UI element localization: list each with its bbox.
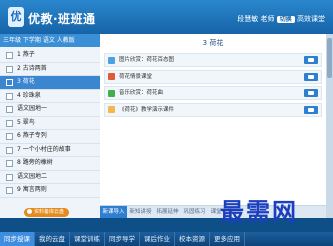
lesson-checkbox[interactable] bbox=[6, 52, 13, 59]
lesson-item[interactable]: 7 一个小村庄的故事 bbox=[0, 144, 100, 157]
cloud-drive-button[interactable]: 资料备库云盘 bbox=[24, 208, 70, 217]
lesson-label: 5 翠鸟 bbox=[17, 118, 35, 126]
lesson-checkbox[interactable] bbox=[6, 187, 13, 194]
lesson-item[interactable]: 语文园地二 bbox=[0, 171, 100, 184]
resource-item[interactable]: 荷花情景课堂 bbox=[104, 69, 322, 84]
lesson-checkbox[interactable] bbox=[6, 92, 13, 100]
lesson-item[interactable]: 2 古诗两首 bbox=[0, 63, 100, 76]
lesson-checkbox[interactable] bbox=[6, 146, 13, 154]
courseware-icon bbox=[108, 106, 115, 113]
switch-button[interactable]: 切换 bbox=[276, 16, 295, 23]
open-resource-button[interactable] bbox=[304, 89, 318, 97]
lesson-checkbox[interactable] bbox=[6, 106, 13, 113]
lesson-item[interactable]: 4 珍珠泉 bbox=[0, 90, 100, 103]
watermark-text: 最需网 bbox=[220, 197, 298, 226]
tab-extension[interactable]: 拓展延伸 bbox=[154, 206, 181, 218]
resource-panel: 3 荷花 图片欣赏：荷花百态图 荷花情景课堂 音乐欣赏：荷花曲 《荷花》教学演示… bbox=[100, 34, 326, 218]
lesson-checkbox[interactable] bbox=[6, 133, 13, 140]
mode-label[interactable]: 高效课堂 bbox=[297, 15, 325, 23]
lesson-item[interactable]: 6 燕子专列 bbox=[0, 130, 100, 144]
lesson-label: 1 燕子 bbox=[17, 51, 35, 58]
resource-label: 图片欣赏：荷花百态图 bbox=[119, 57, 175, 63]
resource-label: 音乐欣赏：荷花曲 bbox=[119, 90, 164, 96]
video-icon bbox=[108, 73, 115, 80]
resource-item[interactable]: 图片欣赏：荷花百态图 bbox=[104, 53, 322, 67]
lesson-checkbox[interactable] bbox=[6, 79, 13, 86]
lesson-label: 语文园地一 bbox=[17, 105, 48, 112]
user-name[interactable]: 段慧敏 bbox=[237, 15, 258, 23]
scrollbar-thumb[interactable] bbox=[327, 38, 332, 78]
lesson-item[interactable]: 9 寓言两则 bbox=[0, 184, 100, 198]
lesson-checkbox[interactable] bbox=[6, 160, 13, 167]
nav-sync-teaching[interactable]: 同步授课 bbox=[0, 232, 35, 246]
lesson-item-selected[interactable]: 3 荷花 bbox=[0, 76, 100, 90]
user-area: 段慧敏 老师 切换 高效课堂 bbox=[237, 14, 325, 24]
open-resource-button[interactable] bbox=[304, 72, 318, 81]
lesson-label: 语文园地二 bbox=[17, 172, 48, 180]
lesson-sidebar: 三年级 下学期 语文 人教版 1 燕子 2 古诗两首 3 荷花 4 珍珠泉 语文… bbox=[0, 34, 100, 218]
open-resource-button[interactable] bbox=[304, 56, 318, 64]
lesson-label: 8 路旁的橡树 bbox=[17, 159, 53, 166]
scrollbar[interactable] bbox=[326, 34, 333, 218]
audio-icon bbox=[108, 89, 115, 97]
resource-item[interactable]: 音乐欣赏：荷花曲 bbox=[104, 86, 322, 100]
course-selector[interactable]: 三年级 下学期 语文 人教版 bbox=[0, 34, 100, 47]
nav-my-cloud[interactable]: 我的云盘 bbox=[35, 232, 70, 246]
user-role: 老师 bbox=[260, 15, 275, 23]
lesson-item[interactable]: 语文园地一 bbox=[0, 103, 100, 117]
lesson-checkbox[interactable] bbox=[6, 173, 13, 181]
lesson-label: 6 燕子专列 bbox=[17, 132, 47, 139]
lesson-item[interactable]: 8 路旁的橡树 bbox=[0, 157, 100, 171]
lesson-label: 4 珍珠泉 bbox=[17, 91, 41, 99]
lesson-checkbox[interactable] bbox=[6, 65, 13, 73]
lesson-title: 3 荷花 bbox=[202, 39, 224, 47]
tab-new-lesson-intro[interactable]: 新课导入 bbox=[100, 206, 128, 218]
lesson-checkbox[interactable] bbox=[6, 119, 13, 127]
cloud-button-label: 资料备库云盘 bbox=[34, 209, 65, 215]
cloud-icon bbox=[27, 209, 32, 214]
nav-homework[interactable]: 课后作业 bbox=[140, 232, 175, 246]
resource-label: 荷花情景课堂 bbox=[119, 73, 153, 80]
lesson-list: 1 燕子 2 古诗两首 3 荷花 4 珍珠泉 语文园地一 5 翠鸟 6 燕子专列… bbox=[0, 49, 100, 198]
lesson-label: 3 荷花 bbox=[17, 78, 35, 85]
tab-practice[interactable]: 巩固练习 bbox=[181, 206, 208, 218]
lesson-label: 9 寓言两则 bbox=[17, 186, 47, 193]
lesson-label: 7 一个小村庄的故事 bbox=[17, 145, 71, 153]
resource-label: 《荷花》教学演示课件 bbox=[119, 106, 175, 113]
bottom-nav: 同步授课 我的云盘 课堂训练 同步导学 课后作业 校本资源 更多应用 bbox=[0, 232, 333, 246]
nav-school-resources[interactable]: 校本资源 bbox=[175, 232, 210, 246]
app-logo-icon: 优 bbox=[8, 7, 24, 27]
image-icon bbox=[108, 56, 115, 64]
open-resource-button[interactable] bbox=[304, 105, 318, 114]
lesson-item[interactable]: 5 翠鸟 bbox=[0, 117, 100, 130]
nav-class-training[interactable]: 课堂训练 bbox=[70, 232, 105, 246]
header-bar: 优 优教·班班通 段慧敏 老师 切换 高效课堂 bbox=[0, 0, 333, 34]
nav-sync-guide[interactable]: 同步导学 bbox=[105, 232, 140, 246]
nav-more-apps[interactable]: 更多应用 bbox=[210, 232, 245, 246]
app-title: 优教·班班通 bbox=[28, 12, 96, 26]
resource-list: 图片欣赏：荷花百态图 荷花情景课堂 音乐欣赏：荷花曲 《荷花》教学演示课件 bbox=[104, 53, 322, 119]
lesson-label: 2 古诗两首 bbox=[17, 64, 47, 72]
resource-item[interactable]: 《荷花》教学演示课件 bbox=[104, 102, 322, 117]
lesson-item[interactable]: 1 燕子 bbox=[0, 49, 100, 63]
tab-new-knowledge[interactable]: 新知讲授 bbox=[127, 206, 154, 218]
